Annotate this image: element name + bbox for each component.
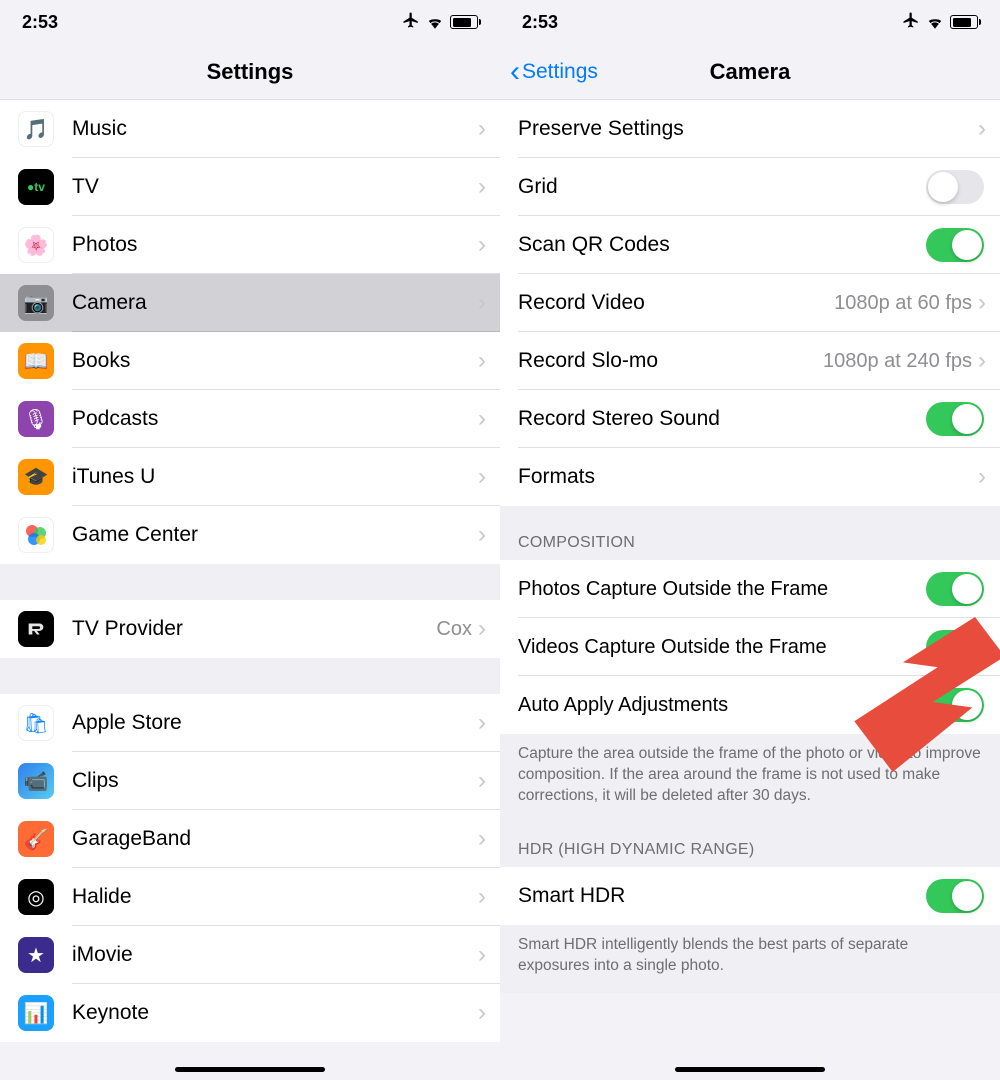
toggle-videos-outside[interactable] bbox=[926, 630, 984, 664]
row-music[interactable]: 🎵Music› bbox=[0, 100, 500, 158]
row-imovie[interactable]: ★iMovie› bbox=[0, 926, 500, 984]
keynote-icon: 📊 bbox=[18, 995, 54, 1031]
toggle-grid[interactable] bbox=[926, 170, 984, 204]
back-button[interactable]: ‹ Settings bbox=[510, 57, 598, 87]
photos-icon: 🌸 bbox=[18, 227, 54, 263]
tvprovider-icon bbox=[18, 611, 54, 647]
chevron-left-icon: ‹ bbox=[510, 57, 520, 87]
settings-pane: 2:53 Settings 🎵Music› ●tvTV› 🌸Photos› 📷C… bbox=[0, 0, 500, 1080]
row-grid: Grid bbox=[500, 158, 1000, 216]
status-time: 2:53 bbox=[22, 12, 58, 33]
settings-list-provider: TV ProviderCox› bbox=[0, 600, 500, 658]
row-auto-adjustments: Auto Apply Adjustments bbox=[500, 676, 1000, 734]
row-videos-outside-frame: Videos Capture Outside the Frame bbox=[500, 618, 1000, 676]
chevron-right-icon: › bbox=[978, 463, 986, 491]
row-gamecenter[interactable]: Game Center› bbox=[0, 506, 500, 564]
row-tvprovider[interactable]: TV ProviderCox› bbox=[0, 600, 500, 658]
chevron-right-icon: › bbox=[478, 709, 486, 737]
row-clips[interactable]: 📹Clips› bbox=[0, 752, 500, 810]
chevron-right-icon: › bbox=[478, 999, 486, 1027]
row-record-slomo[interactable]: Record Slo-mo1080p at 240 fps› bbox=[500, 332, 1000, 390]
chevron-right-icon: › bbox=[478, 767, 486, 795]
page-title: Settings bbox=[207, 59, 294, 85]
row-applestore[interactable]: 🛍Apple Store› bbox=[0, 694, 500, 752]
row-photos-outside-frame: Photos Capture Outside the Frame bbox=[500, 560, 1000, 618]
chevron-right-icon: › bbox=[978, 289, 986, 317]
navbar: Settings bbox=[0, 44, 500, 100]
navbar: ‹ Settings Camera bbox=[500, 44, 1000, 100]
row-podcasts[interactable]: 🎙Podcasts› bbox=[0, 390, 500, 448]
settings-list-appstore: 🛍Apple Store› 📹Clips› 🎸GarageBand› ◎Hali… bbox=[0, 694, 500, 1042]
hdr-header: HDR (HIGH DYNAMIC RANGE) bbox=[500, 823, 1000, 867]
chevron-right-icon: › bbox=[978, 115, 986, 143]
composition-header: COMPOSITION bbox=[500, 506, 1000, 560]
row-stereo: Record Stereo Sound bbox=[500, 390, 1000, 448]
row-camera[interactable]: 📷Camera› bbox=[0, 274, 500, 332]
hdr-footer: Smart HDR intelligently blends the best … bbox=[500, 925, 1000, 993]
toggle-scan-qr[interactable] bbox=[926, 228, 984, 262]
toggle-auto-adjust[interactable] bbox=[926, 688, 984, 722]
clips-icon: 📹 bbox=[18, 763, 54, 799]
imovie-icon: ★ bbox=[18, 937, 54, 973]
row-photos[interactable]: 🌸Photos› bbox=[0, 216, 500, 274]
page-title: Camera bbox=[710, 59, 791, 85]
home-indicator[interactable] bbox=[175, 1067, 325, 1072]
chevron-right-icon: › bbox=[478, 941, 486, 969]
toggle-smart-hdr[interactable] bbox=[926, 879, 984, 913]
gamecenter-icon bbox=[18, 517, 54, 553]
camera-pane: 2:53 ‹ Settings Camera Preserve Settings… bbox=[500, 0, 1000, 1080]
chevron-right-icon: › bbox=[478, 615, 486, 643]
music-icon: 🎵 bbox=[18, 111, 54, 147]
row-keynote[interactable]: 📊Keynote› bbox=[0, 984, 500, 1042]
battery-icon bbox=[950, 15, 978, 29]
row-formats[interactable]: Formats› bbox=[500, 448, 1000, 506]
row-smart-hdr: Smart HDR bbox=[500, 867, 1000, 925]
chevron-right-icon: › bbox=[478, 289, 486, 317]
status-bar: 2:53 bbox=[500, 0, 1000, 44]
toggle-stereo[interactable] bbox=[926, 402, 984, 436]
row-halide[interactable]: ◎Halide› bbox=[0, 868, 500, 926]
settings-list-apps: 🎵Music› ●tvTV› 🌸Photos› 📷Camera› 📖Books›… bbox=[0, 100, 500, 564]
composition-list: Photos Capture Outside the Frame Videos … bbox=[500, 560, 1000, 734]
chevron-right-icon: › bbox=[478, 463, 486, 491]
row-preserve-settings[interactable]: Preserve Settings› bbox=[500, 100, 1000, 158]
books-icon: 📖 bbox=[18, 343, 54, 379]
status-bar: 2:53 bbox=[0, 0, 500, 44]
chevron-right-icon: › bbox=[478, 405, 486, 433]
chevron-right-icon: › bbox=[478, 231, 486, 259]
chevron-right-icon: › bbox=[978, 347, 986, 375]
chevron-right-icon: › bbox=[478, 521, 486, 549]
camera-icon: 📷 bbox=[18, 285, 54, 321]
row-garageband[interactable]: 🎸GarageBand› bbox=[0, 810, 500, 868]
row-itunesu[interactable]: 🎓iTunes U› bbox=[0, 448, 500, 506]
status-time: 2:53 bbox=[522, 12, 558, 33]
chevron-right-icon: › bbox=[478, 825, 486, 853]
wifi-icon bbox=[426, 15, 444, 29]
airplane-icon bbox=[902, 11, 920, 34]
airplane-icon bbox=[402, 11, 420, 34]
applestore-icon: 🛍 bbox=[18, 705, 54, 741]
chevron-right-icon: › bbox=[478, 347, 486, 375]
row-tv[interactable]: ●tvTV› bbox=[0, 158, 500, 216]
hdr-list: Smart HDR bbox=[500, 867, 1000, 925]
halide-icon: ◎ bbox=[18, 879, 54, 915]
row-books[interactable]: 📖Books› bbox=[0, 332, 500, 390]
composition-footer: Capture the area outside the frame of th… bbox=[500, 734, 1000, 823]
podcasts-icon: 🎙 bbox=[18, 401, 54, 437]
chevron-right-icon: › bbox=[478, 115, 486, 143]
chevron-right-icon: › bbox=[478, 883, 486, 911]
battery-icon bbox=[450, 15, 478, 29]
chevron-right-icon: › bbox=[478, 173, 486, 201]
row-record-video[interactable]: Record Video1080p at 60 fps› bbox=[500, 274, 1000, 332]
garageband-icon: 🎸 bbox=[18, 821, 54, 857]
tv-icon: ●tv bbox=[18, 169, 54, 205]
itunesu-icon: 🎓 bbox=[18, 459, 54, 495]
camera-main-list: Preserve Settings› Grid Scan QR Codes Re… bbox=[500, 100, 1000, 506]
wifi-icon bbox=[926, 15, 944, 29]
toggle-photos-outside[interactable] bbox=[926, 572, 984, 606]
home-indicator[interactable] bbox=[675, 1067, 825, 1072]
row-scan-qr: Scan QR Codes bbox=[500, 216, 1000, 274]
